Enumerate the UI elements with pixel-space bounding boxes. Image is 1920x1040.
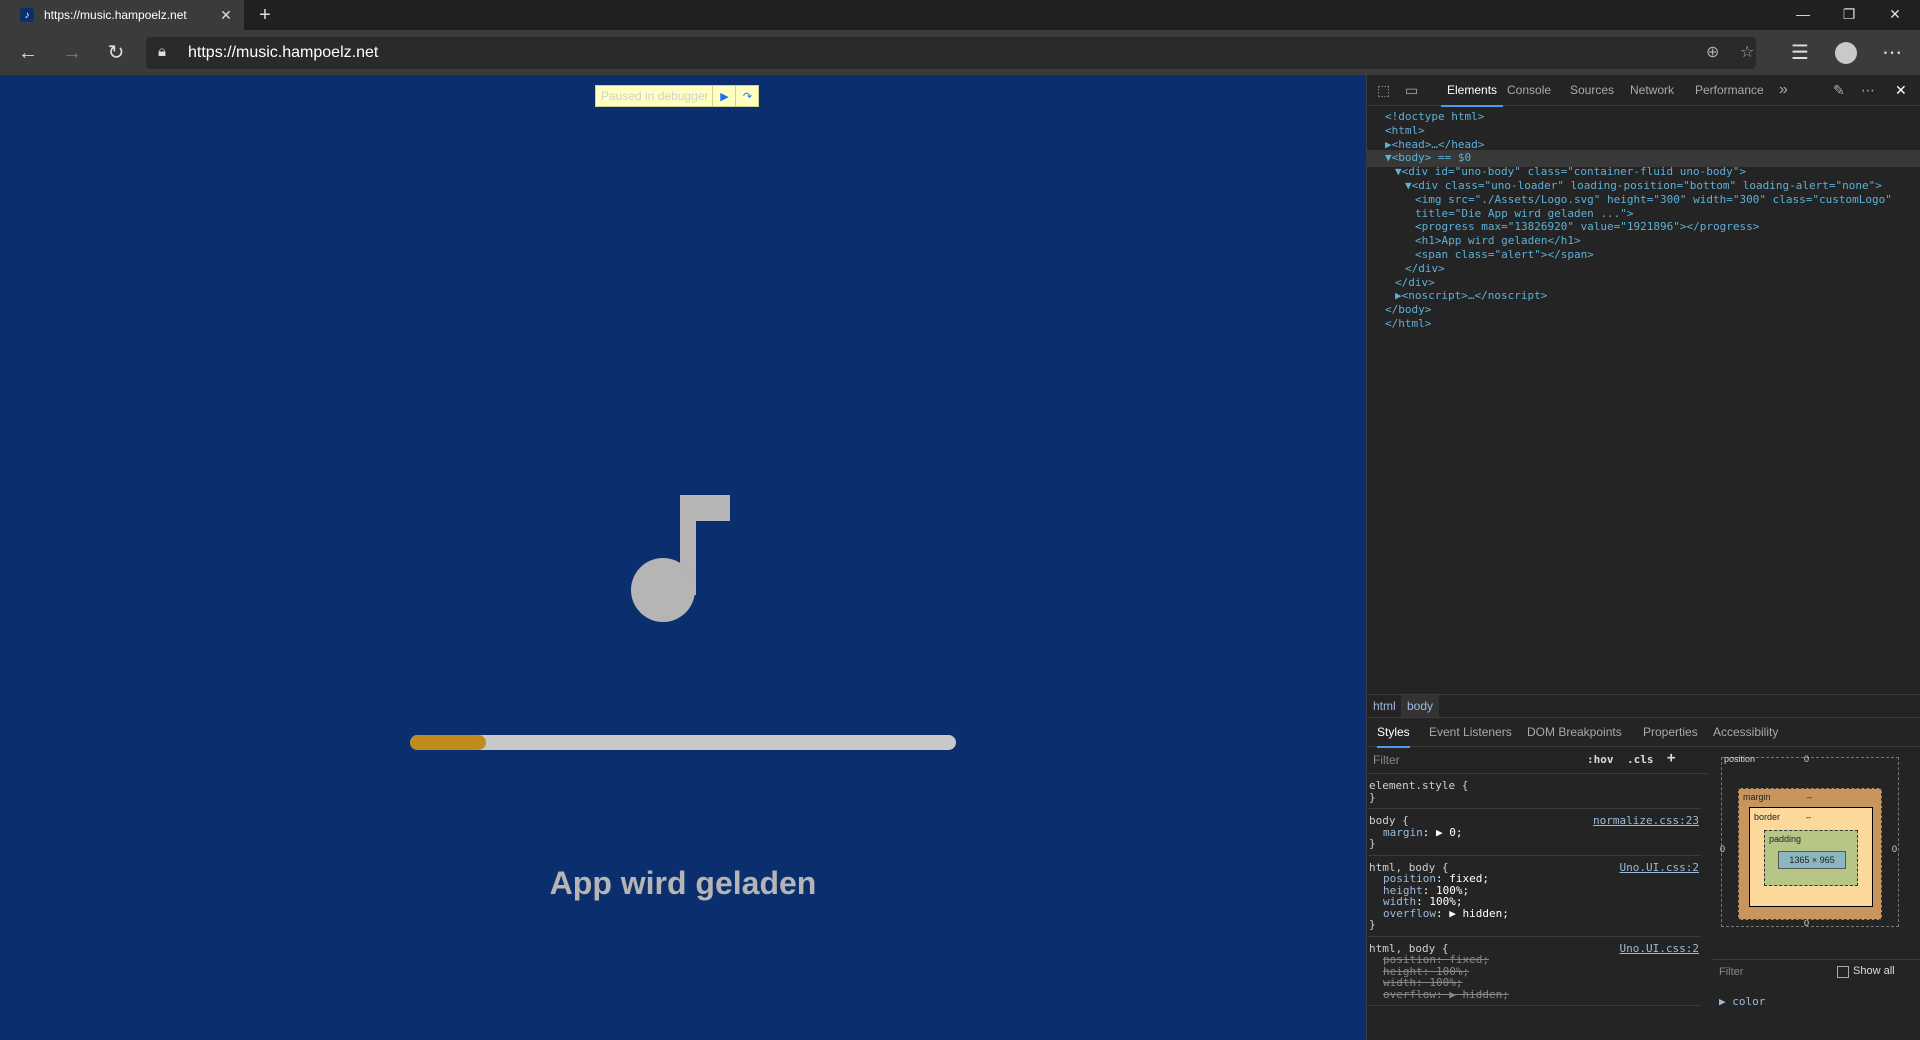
position-label: position <box>1724 754 1756 764</box>
border-top: – <box>1806 812 1812 822</box>
minimize-icon[interactable]: — <box>1780 0 1826 30</box>
computed-property-color[interactable]: ▶ color <box>1719 995 1765 1008</box>
browser-tab[interactable]: ♪ https://music.hampoelz.net ✕ <box>0 0 244 30</box>
box-model-position: position 0 0 0 0 margin – border – paddi… <box>1720 754 1899 928</box>
settings-more-icon[interactable]: ⋯ <box>1876 37 1908 69</box>
tab-properties[interactable]: Properties <box>1643 718 1698 746</box>
breadcrumb-html[interactable]: html <box>1367 695 1402 717</box>
box-model-padding: padding 1365 × 965 <box>1764 830 1858 886</box>
music-note-icon: ♪ <box>20 8 34 22</box>
rule-source-link[interactable]: Uno.UI.css:2 <box>1620 942 1699 955</box>
rule-selector: element.style { <box>1369 779 1469 792</box>
address-bar[interactable]: 🔒︎ https://music.hampoelz.net ⊕ ☆ <box>146 37 1756 69</box>
breadcrumb: html body <box>1367 694 1920 718</box>
position-right: 0 <box>1892 844 1898 854</box>
tab-performance[interactable]: Performance <box>1695 75 1764 105</box>
forward-icon[interactable]: → <box>56 37 88 69</box>
favorites-icon[interactable]: ☰ <box>1784 37 1816 69</box>
back-icon[interactable]: ← <box>12 37 44 69</box>
navigation-bar: ← → ↻ 🔒︎ https://music.hampoelz.net ⊕ ☆ … <box>0 30 1920 75</box>
box-model-margin: margin – border – padding 1365 × 965 <box>1738 788 1882 920</box>
margin-label: margin <box>1743 792 1771 802</box>
music-note-logo-icon <box>631 495 730 622</box>
box-model-border: border – padding 1365 × 965 <box>1749 807 1873 907</box>
show-all-label[interactable]: Show all <box>1853 965 1895 977</box>
styles-filter-row: Filter :hov .cls + <box>1367 747 1707 774</box>
devtools-panel: ⬚ ▭ Elements Console Sources Network Per… <box>1366 75 1920 1040</box>
dom-node-line[interactable]: </html> <box>1367 316 1920 333</box>
url-text[interactable]: https://music.hampoelz.net <box>188 44 378 62</box>
position-left: 0 <box>1720 844 1726 854</box>
paused-label: Paused in debugger <box>601 89 709 103</box>
favorite-star-icon[interactable]: ☆ <box>1740 42 1754 62</box>
resume-icon[interactable]: ▶︎ <box>712 86 735 106</box>
devtools-menu-icon[interactable]: ⋯ <box>1861 75 1875 105</box>
close-window-icon[interactable]: ✕ <box>1872 0 1918 30</box>
profile-avatar[interactable] <box>1830 37 1862 69</box>
margin-top: – <box>1807 792 1813 802</box>
page-viewport: Paused in debugger ▶︎ ↷ App wird geladen <box>0 75 1366 1040</box>
styles-pane: Filter :hov .cls + element.style {} body … <box>1367 747 1707 1040</box>
restore-icon[interactable]: ❐ <box>1826 0 1872 30</box>
paused-in-debugger-banner: Paused in debugger ▶︎ ↷ <box>595 85 760 107</box>
device-emulation-icon[interactable]: ▭ <box>1405 75 1418 105</box>
show-all-checkbox[interactable] <box>1837 966 1849 978</box>
loading-heading: App wird geladen <box>549 865 817 901</box>
tab-elements[interactable]: Elements <box>1441 75 1504 107</box>
tab-styles[interactable]: Styles <box>1377 718 1410 748</box>
style-rule: element.style {} <box>1367 775 1701 809</box>
rule-property[interactable]: overflow: ▶ hidden; <box>1383 988 1509 1001</box>
rule-property[interactable]: overflow: ▶ hidden; <box>1383 907 1509 920</box>
rule-source-link[interactable]: Uno.UI.css:2 <box>1620 861 1699 874</box>
computed-filter-row: Filter Show all <box>1711 959 1920 984</box>
loading-progress-bar <box>410 735 956 750</box>
tab-bar: ♪ https://music.hampoelz.net ✕ + — ❐ ✕ <box>0 0 1920 30</box>
border-label: border <box>1754 812 1781 822</box>
style-rule: html, body {Uno.UI.css:2 position: fixed;… <box>1367 938 1701 1006</box>
tab-network[interactable]: Network <box>1630 75 1674 105</box>
progress-fill <box>410 735 486 750</box>
new-style-rule-button[interactable]: + <box>1667 750 1675 766</box>
close-tab-icon[interactable]: ✕ <box>214 7 238 24</box>
tab-title: https://music.hampoelz.net <box>44 8 187 22</box>
lock-icon[interactable]: 🔒︎ <box>158 43 166 60</box>
position-top: 0 <box>1804 754 1810 764</box>
rule-close-brace: } <box>1369 918 1376 931</box>
rule-close-brace: } <box>1369 790 1376 804</box>
devtools-toolbar: ⬚ ▭ Elements Console Sources Network Per… <box>1367 75 1920 107</box>
cls-toggle[interactable]: .cls <box>1627 753 1654 766</box>
style-rule: html, body {Uno.UI.css:2 position: fixed;… <box>1367 857 1701 937</box>
tab-sources[interactable]: Sources <box>1570 75 1614 105</box>
tab-event-listeners[interactable]: Event Listeners <box>1429 718 1512 746</box>
tab-dom-breakpoints[interactable]: DOM Breakpoints <box>1527 718 1622 746</box>
style-rule: body {normalize.css:23 margin: ▶ 0;} <box>1367 810 1701 856</box>
more-tabs-icon[interactable]: » <box>1779 75 1788 105</box>
elements-subtabs: Styles Event Listeners DOM Breakpoints P… <box>1367 718 1920 748</box>
tab-accessibility[interactable]: Accessibility <box>1713 718 1778 746</box>
refresh-icon[interactable]: ↻ <box>100 37 132 69</box>
dom-tree: <!doctype html> <html> ▶<head>…</head> ▼<bo… <box>1367 105 1920 765</box>
inspect-element-icon[interactable]: ⬚ <box>1377 75 1390 105</box>
tab-console[interactable]: Console <box>1507 75 1551 105</box>
close-devtools-icon[interactable]: ✕ <box>1895 75 1907 105</box>
add-to-collections-icon[interactable]: ⊕ <box>1706 42 1719 62</box>
hov-toggle[interactable]: :hov <box>1587 753 1614 766</box>
rule-close-brace: } <box>1369 837 1376 850</box>
rule-property[interactable]: margin: ▶ 0; <box>1383 826 1463 839</box>
breadcrumb-body[interactable]: body <box>1401 695 1440 717</box>
step-over-icon[interactable]: ↷ <box>735 86 758 106</box>
box-model-content: 1365 × 965 <box>1778 851 1846 869</box>
computed-filter-input[interactable]: Filter <box>1719 966 1743 978</box>
padding-label: padding <box>1769 834 1802 844</box>
box-model: position 0 0 0 0 margin – border – paddi… <box>1711 747 1920 1040</box>
feedback-icon[interactable]: ✎ <box>1833 75 1845 105</box>
rule-source-link[interactable]: normalize.css:23 <box>1593 814 1699 827</box>
styles-filter-input[interactable]: Filter <box>1373 753 1400 767</box>
new-tab-button[interactable]: + <box>252 2 278 28</box>
